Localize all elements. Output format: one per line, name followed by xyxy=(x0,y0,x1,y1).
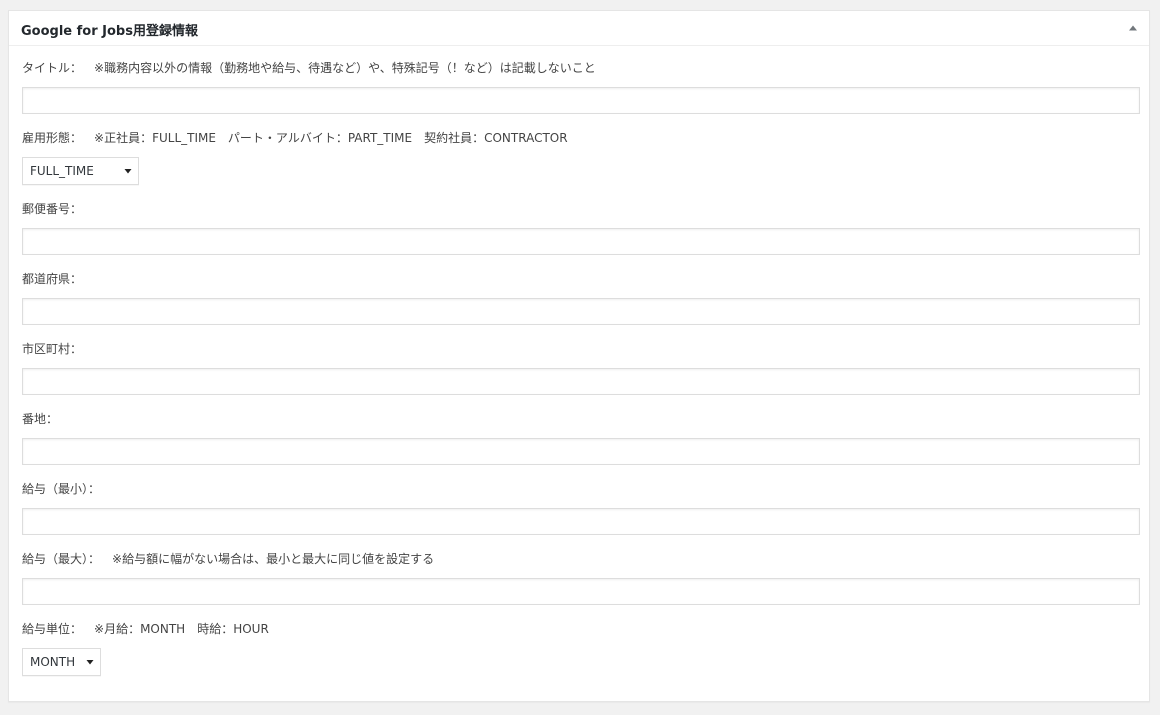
field-salary-min: 給与（最小）： xyxy=(22,481,1140,535)
prefecture-label: 都道府県： xyxy=(22,272,83,286)
field-employment-type: 雇用形態： ※正社員：FULL_TIME パート・アルバイト：PART_TIME … xyxy=(22,130,1138,189)
field-postal-code: 郵便番号： xyxy=(22,201,1140,255)
postal-code-input[interactable] xyxy=(22,228,1140,255)
salary-min-input[interactable] xyxy=(22,508,1140,535)
metabox-header[interactable]: Google for Jobs用登録情報 xyxy=(9,11,1149,46)
field-prefecture: 都道府県： xyxy=(22,271,1140,325)
salary-max-input[interactable] xyxy=(22,578,1140,605)
prefecture-input[interactable] xyxy=(22,298,1140,325)
employment-type-note: ※正社員：FULL_TIME パート・アルバイト：PART_TIME 契約社員：… xyxy=(94,131,568,145)
salary-unit-selected: MONTH xyxy=(30,655,76,669)
title-label: タイトル： xyxy=(22,61,83,75)
chevron-down-icon xyxy=(124,169,132,174)
chevron-down-icon xyxy=(86,660,94,665)
field-title: タイトル： ※職務内容以外の情報（勤務地や給与、待遇など）や、特殊記号（！など）は… xyxy=(22,60,1140,114)
employment-type-label: 雇用形態： xyxy=(22,131,83,145)
title-note: ※職務内容以外の情報（勤務地や給与、待遇など）や、特殊記号（！など）は記載しない… xyxy=(94,61,596,75)
city-label: 市区町村： xyxy=(22,342,83,356)
employment-type-select[interactable]: FULL_TIME xyxy=(22,157,139,185)
salary-unit-label: 給与単位： xyxy=(22,622,83,636)
field-street-address: 番地： xyxy=(22,411,1140,465)
google-for-jobs-metabox: Google for Jobs用登録情報 タイトル： ※職務内容以外の情報（勤務地… xyxy=(8,10,1150,702)
street-address-input[interactable] xyxy=(22,438,1140,465)
metabox-title: Google for Jobs用登録情報 xyxy=(21,24,198,39)
city-input[interactable] xyxy=(22,368,1140,395)
salary-max-note: ※給与額に幅がない場合は、最小と最大に同じ値を設定する xyxy=(112,552,435,566)
field-salary-unit: 給与単位： ※月給：MONTH 時給：HOUR MONTH xyxy=(22,621,1138,680)
salary-unit-note: ※月給：MONTH 時給：HOUR xyxy=(94,622,269,636)
employment-type-selected: FULL_TIME xyxy=(30,164,94,178)
salary-min-label: 給与（最小）： xyxy=(22,482,101,496)
street-address-label: 番地： xyxy=(22,412,59,426)
salary-unit-select[interactable]: MONTH xyxy=(22,648,101,676)
title-input[interactable] xyxy=(22,87,1140,114)
triangle-up-icon[interactable] xyxy=(1127,22,1139,34)
field-salary-max: 給与（最大）： ※給与額に幅がない場合は、最小と最大に同じ値を設定する xyxy=(22,551,1140,605)
field-city: 市区町村： xyxy=(22,341,1140,395)
salary-max-label: 給与（最大）： xyxy=(22,552,101,566)
postal-code-label: 郵便番号： xyxy=(22,202,83,216)
